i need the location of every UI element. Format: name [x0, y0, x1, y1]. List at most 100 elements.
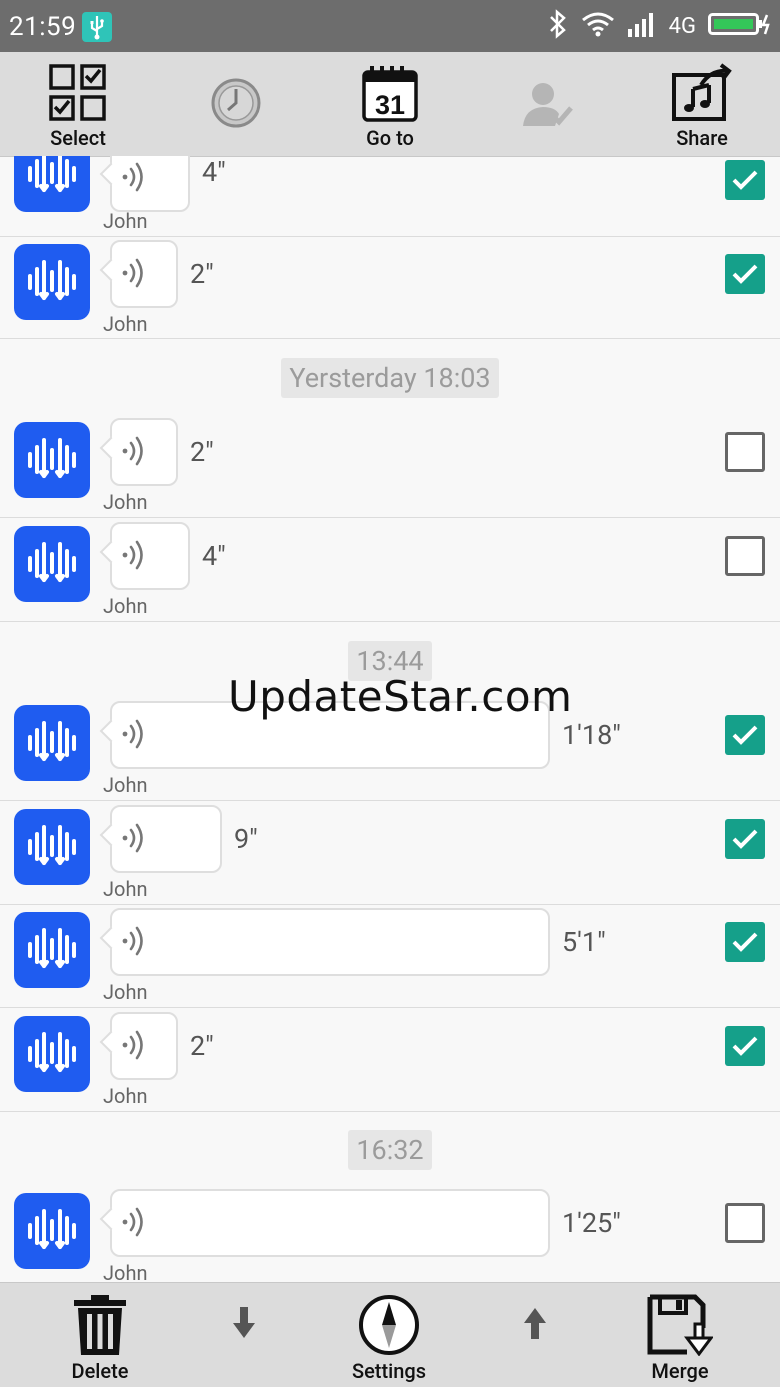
usb-icon — [82, 12, 112, 42]
settings-label: Settings — [351, 1359, 426, 1383]
message-row[interactable]: 1'25" John — [0, 1185, 780, 1282]
select-checkbox[interactable] — [725, 536, 765, 576]
delete-label: Delete — [71, 1359, 129, 1383]
sound-wave-icon — [120, 821, 150, 859]
checkmark-icon — [732, 1036, 758, 1056]
goto-label: Go to — [366, 126, 414, 150]
select-button[interactable]: Select — [13, 52, 143, 156]
voice-duration: 1'25" — [562, 1207, 621, 1239]
voice-duration: 4" — [202, 156, 226, 188]
checkmark-icon — [732, 725, 758, 745]
voice-app-icon — [14, 1193, 90, 1269]
arrow-up-icon — [523, 1307, 547, 1339]
date-divider: 16:32 — [0, 1130, 780, 1170]
bluetooth-icon — [547, 9, 569, 43]
date-divider-label: Yersterday 18:03 — [281, 358, 499, 398]
voice-duration: 2" — [190, 436, 214, 468]
message-row[interactable]: 2" John — [0, 414, 780, 518]
sound-wave-icon — [120, 434, 150, 472]
message-row[interactable]: 4" John — [0, 518, 780, 622]
voice-bubble[interactable] — [99, 240, 178, 308]
settings-button[interactable]: Settings — [329, 1283, 449, 1387]
voice-bubble[interactable] — [99, 1012, 178, 1080]
battery-icon — [708, 11, 772, 41]
select-checkbox[interactable] — [725, 715, 765, 755]
merge-save-icon — [647, 1293, 713, 1357]
sender-name: John — [103, 980, 148, 1004]
select-checkbox[interactable] — [725, 1203, 765, 1243]
sound-wave-icon — [120, 256, 150, 294]
sender-name: John — [103, 1261, 148, 1282]
voice-app-icon — [14, 1016, 90, 1092]
voice-bubble[interactable] — [99, 1189, 550, 1257]
delete-button[interactable]: Delete — [40, 1283, 160, 1387]
compass-icon — [358, 1293, 420, 1357]
select-checkbox[interactable] — [725, 254, 765, 294]
voice-app-icon — [14, 422, 90, 498]
voice-bubble[interactable] — [99, 418, 178, 486]
scroll-up-button[interactable] — [515, 1283, 555, 1387]
sender-name: John — [103, 209, 148, 233]
voice-bubble[interactable] — [99, 522, 190, 590]
select-grid-icon — [48, 62, 108, 124]
voice-duration: 4" — [202, 540, 226, 572]
select-checkbox[interactable] — [725, 819, 765, 859]
select-checkbox[interactable] — [725, 160, 765, 200]
signal-icon — [627, 11, 657, 41]
voice-duration: 9" — [234, 823, 258, 855]
checkmark-icon — [732, 170, 758, 190]
voice-bubble[interactable] — [99, 805, 222, 873]
status-time: 21:59 — [9, 12, 77, 42]
select-checkbox[interactable] — [725, 922, 765, 962]
goto-button[interactable]: 31 Go to — [325, 52, 455, 156]
message-row[interactable]: 2" John — [0, 236, 780, 339]
scroll-down-button[interactable] — [224, 1283, 264, 1387]
voice-app-icon — [14, 705, 90, 781]
top-toolbar: Select 31 Go to Share — [0, 52, 780, 157]
voice-app-icon — [14, 244, 90, 320]
date-divider-label: 16:32 — [348, 1130, 432, 1170]
merge-label: Merge — [651, 1359, 709, 1383]
sound-wave-icon — [120, 1028, 150, 1066]
date-divider: Yersterday 18:03 — [0, 358, 780, 398]
voice-app-icon — [14, 526, 90, 602]
calendar-icon: 31 — [361, 62, 419, 124]
message-row[interactable]: 9" John — [0, 801, 780, 905]
share-music-icon — [671, 62, 733, 124]
user-check-icon — [521, 74, 575, 136]
contact-filter-button[interactable] — [483, 52, 613, 156]
calendar-day: 31 — [375, 90, 405, 120]
checkmark-icon — [732, 829, 758, 849]
message-row[interactable]: 2" John — [0, 1008, 780, 1112]
sender-name: John — [103, 312, 148, 336]
sound-wave-icon — [120, 717, 150, 755]
arrow-down-icon — [232, 1307, 256, 1339]
clock-icon — [210, 72, 262, 134]
select-label: Select — [50, 126, 106, 150]
merge-button[interactable]: Merge — [620, 1283, 740, 1387]
sender-name: John — [103, 773, 148, 797]
history-button[interactable] — [171, 52, 301, 156]
share-button[interactable]: Share — [637, 52, 767, 156]
select-checkbox[interactable] — [725, 432, 765, 472]
checkmark-icon — [732, 932, 758, 952]
sender-name: John — [103, 1084, 148, 1108]
voice-app-icon — [14, 912, 90, 988]
bottom-toolbar: Delete Settings Merge — [0, 1282, 780, 1387]
voice-bubble[interactable] — [99, 908, 550, 976]
sound-wave-icon — [120, 538, 150, 576]
message-row[interactable]: 4" John — [0, 156, 780, 237]
sender-name: John — [103, 490, 148, 514]
trash-icon — [72, 1293, 128, 1357]
sound-wave-icon — [120, 160, 150, 198]
share-label: Share — [676, 126, 728, 150]
message-row[interactable]: 5'1" John — [0, 904, 780, 1008]
checkmark-icon — [732, 264, 758, 284]
voice-duration: 1'18" — [562, 719, 621, 751]
sound-wave-icon — [120, 1205, 150, 1243]
select-checkbox[interactable] — [725, 1026, 765, 1066]
voice-bubble[interactable] — [99, 156, 190, 212]
watermark: UpdateStar.com — [228, 672, 573, 721]
sender-name: John — [103, 594, 148, 618]
sender-name: John — [103, 877, 148, 901]
